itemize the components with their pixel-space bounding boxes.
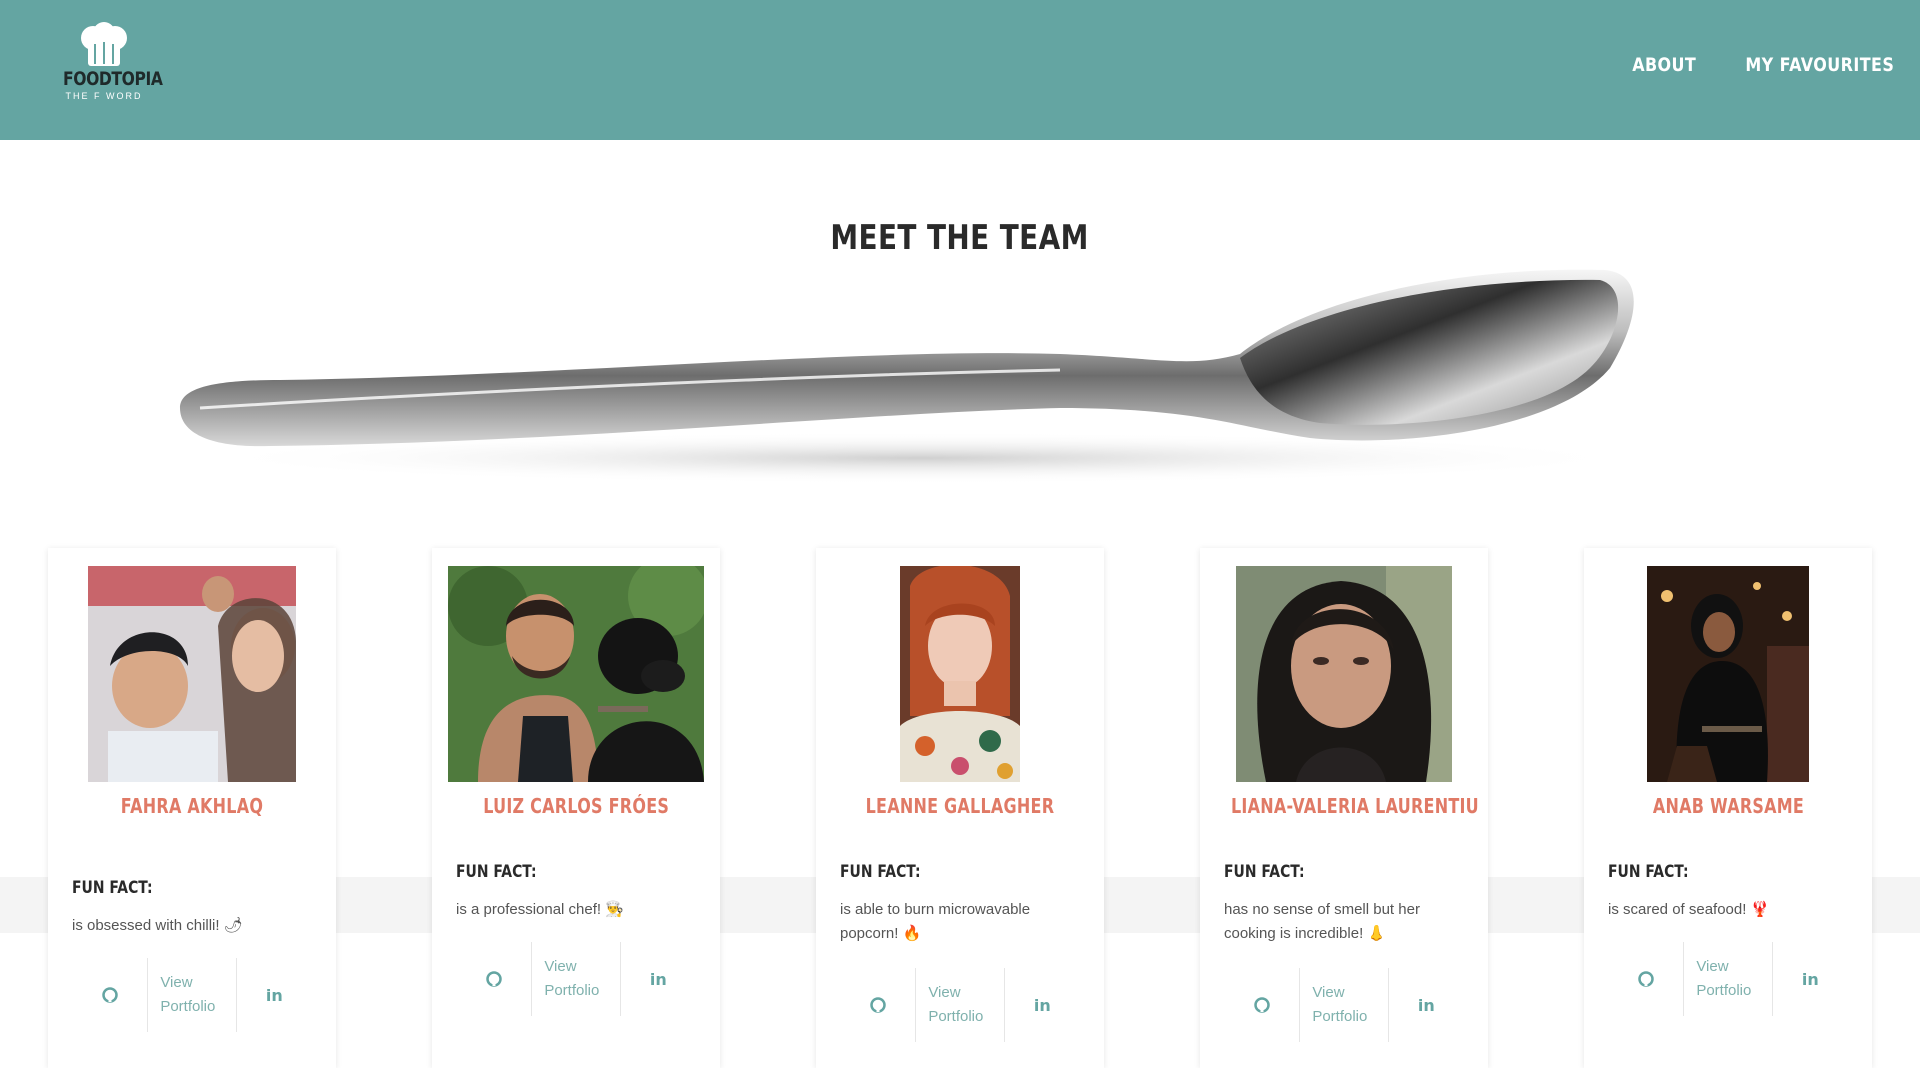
member-links: View Portfolio in	[840, 968, 1080, 1042]
fun-fact-label: FUN FACT:	[840, 862, 921, 882]
github-link[interactable]	[840, 968, 915, 1042]
member-name: LEANNE GALLAGHER	[865, 794, 1055, 818]
team-card: LIANA-VALERIA LAURENTIU FUN FACT: has no…	[1200, 548, 1488, 1068]
github-link[interactable]	[1608, 942, 1683, 1016]
member-photo	[1236, 566, 1452, 782]
member-name: FAHRA AKHLAQ	[120, 794, 264, 818]
linkedin-link[interactable]: in	[621, 942, 696, 1016]
brand-tagline: THE F WORD	[65, 91, 143, 101]
linkedin-link[interactable]: in	[1389, 968, 1464, 1042]
fun-fact-text: is a professional chef! 👨‍🍳	[456, 901, 624, 918]
github-link[interactable]	[72, 958, 147, 1032]
team-card: ANAB WARSAME FUN FACT: is scared of seaf…	[1584, 548, 1872, 1068]
fun-fact-text: is obsessed with chilli! 🌶	[72, 917, 243, 934]
github-icon	[101, 987, 118, 1003]
linkedin-link[interactable]: in	[1773, 942, 1848, 1016]
fun-fact-label: FUN FACT:	[1224, 862, 1305, 882]
linkedin-icon: in	[265, 985, 283, 1005]
nav-about[interactable]: ABOUT	[1633, 54, 1697, 76]
member-links: View Portfolio in	[1608, 942, 1848, 1016]
view-portfolio-link[interactable]: View Portfolio	[915, 968, 1005, 1042]
nav-my-favourites[interactable]: MY FAVOURITES	[1745, 54, 1894, 76]
member-photo	[1647, 566, 1809, 782]
member-name: LUIZ CARLOS FRÓES	[483, 794, 669, 818]
page-title: MEET THE TEAM	[830, 218, 1090, 258]
github-icon	[869, 997, 886, 1013]
team-card: LEANNE GALLAGHER FUN FACT: is able to bu…	[816, 548, 1104, 1068]
member-links: View Portfolio in	[72, 958, 312, 1032]
linkedin-icon: in	[1033, 995, 1051, 1015]
linkedin-icon: in	[1417, 995, 1435, 1015]
member-links: View Portfolio in	[1224, 968, 1464, 1042]
fun-fact-text: is able to burn microwavable popcorn! 🔥	[840, 901, 1031, 942]
fun-fact-text: has no sense of smell but her cooking is…	[1224, 901, 1420, 942]
github-icon	[485, 971, 502, 987]
team-card: FAHRA AKHLAQ FUN FACT: is obsessed with …	[48, 548, 336, 1068]
member-name: ANAB WARSAME	[1652, 794, 1804, 818]
main-nav: ABOUT MY FAVOURITES	[1620, 54, 1894, 76]
linkedin-icon: in	[1801, 969, 1819, 989]
member-photo	[88, 566, 296, 782]
brand-name: FOODTOPIA	[63, 68, 163, 90]
linkedin-link[interactable]: in	[1005, 968, 1080, 1042]
fun-fact-text: is scared of seafood! 🦞	[1608, 901, 1770, 918]
site-header: FOODTOPIA THE F WORD ABOUT MY FAVOURITES	[0, 0, 1920, 140]
fun-fact-label: FUN FACT:	[456, 862, 537, 882]
github-icon	[1637, 971, 1654, 987]
member-links: View Portfolio in	[456, 942, 696, 1016]
fun-fact-label: FUN FACT:	[72, 878, 153, 898]
member-photo	[448, 566, 704, 782]
view-portfolio-link[interactable]: View Portfolio	[531, 942, 621, 1016]
view-portfolio-link[interactable]: View Portfolio	[1683, 942, 1773, 1016]
github-link[interactable]	[1224, 968, 1299, 1042]
team-card: LUIZ CARLOS FRÓES FUN FACT: is a profess…	[432, 548, 720, 1068]
github-link[interactable]	[456, 942, 531, 1016]
logo[interactable]: FOODTOPIA THE F WORD	[54, 22, 163, 114]
spoon-image	[180, 269, 1640, 484]
member-photo	[900, 566, 1020, 782]
member-name: LIANA-VALERIA LAURENTIU	[1230, 794, 1479, 818]
github-icon	[1253, 997, 1270, 1013]
chef-hat-icon	[81, 22, 127, 66]
linkedin-link[interactable]: in	[237, 958, 312, 1032]
fun-fact-label: FUN FACT:	[1608, 862, 1689, 882]
linkedin-icon: in	[649, 969, 667, 989]
view-portfolio-link[interactable]: View Portfolio	[1299, 968, 1389, 1042]
view-portfolio-link[interactable]: View Portfolio	[147, 958, 237, 1032]
